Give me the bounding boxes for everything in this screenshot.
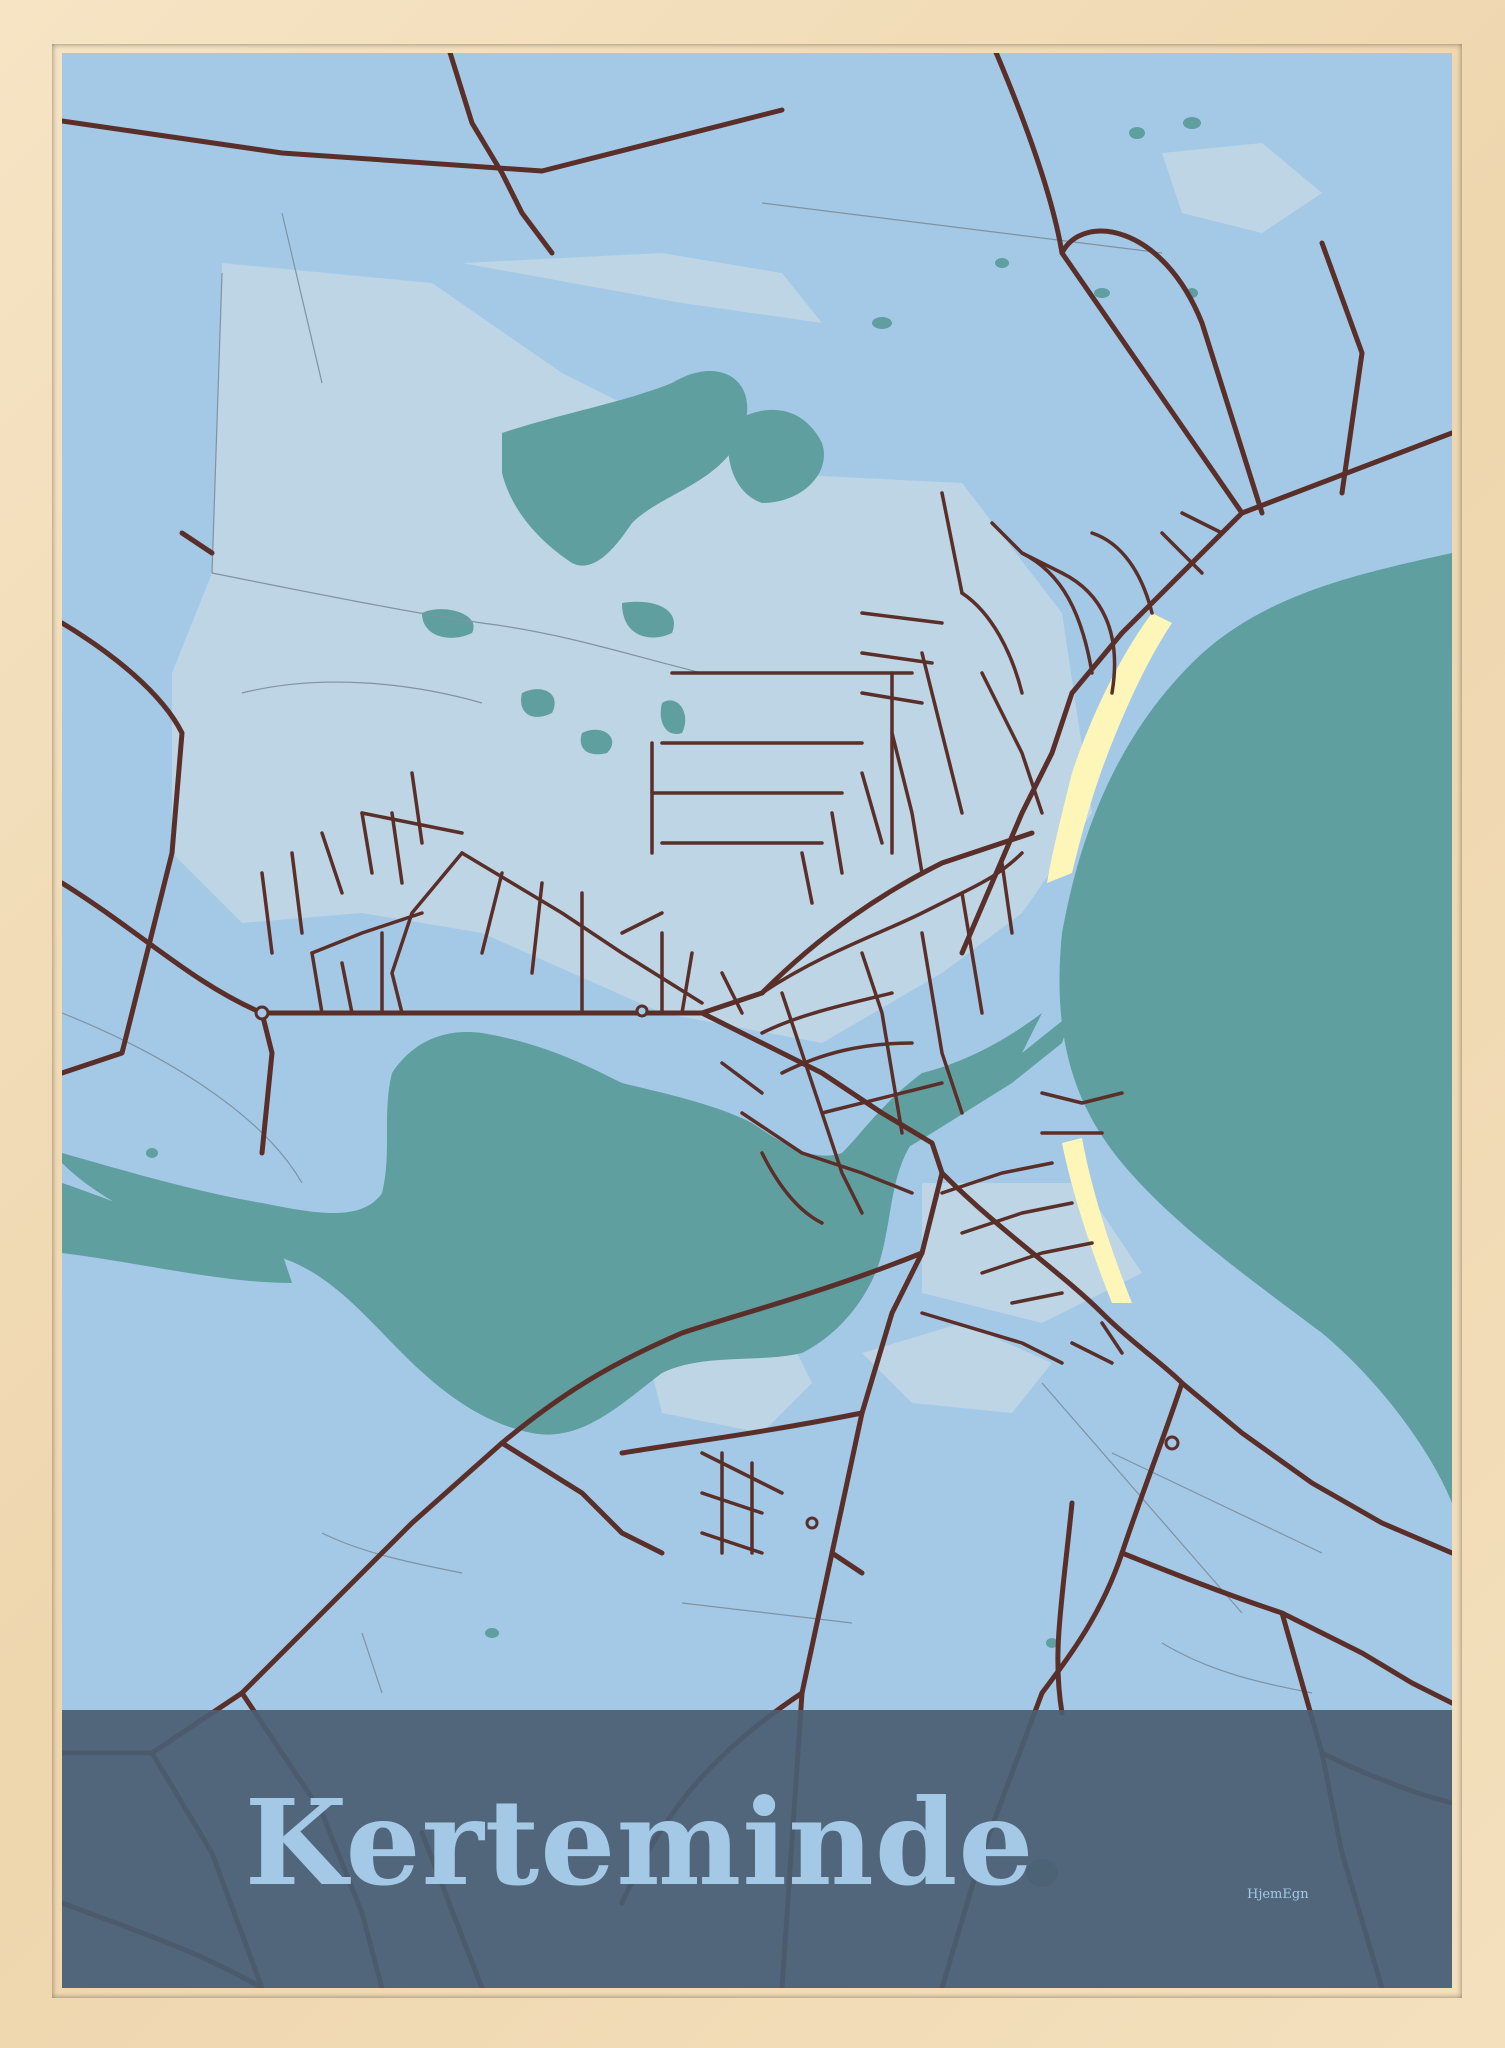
street-map-illustration <box>62 53 1452 1988</box>
brand-logo: HjemEgn <box>1247 1887 1309 1902</box>
map-poster: Kerteminde HjemEgn <box>62 53 1452 1988</box>
poster-title: Kerteminde <box>244 1773 1035 1912</box>
